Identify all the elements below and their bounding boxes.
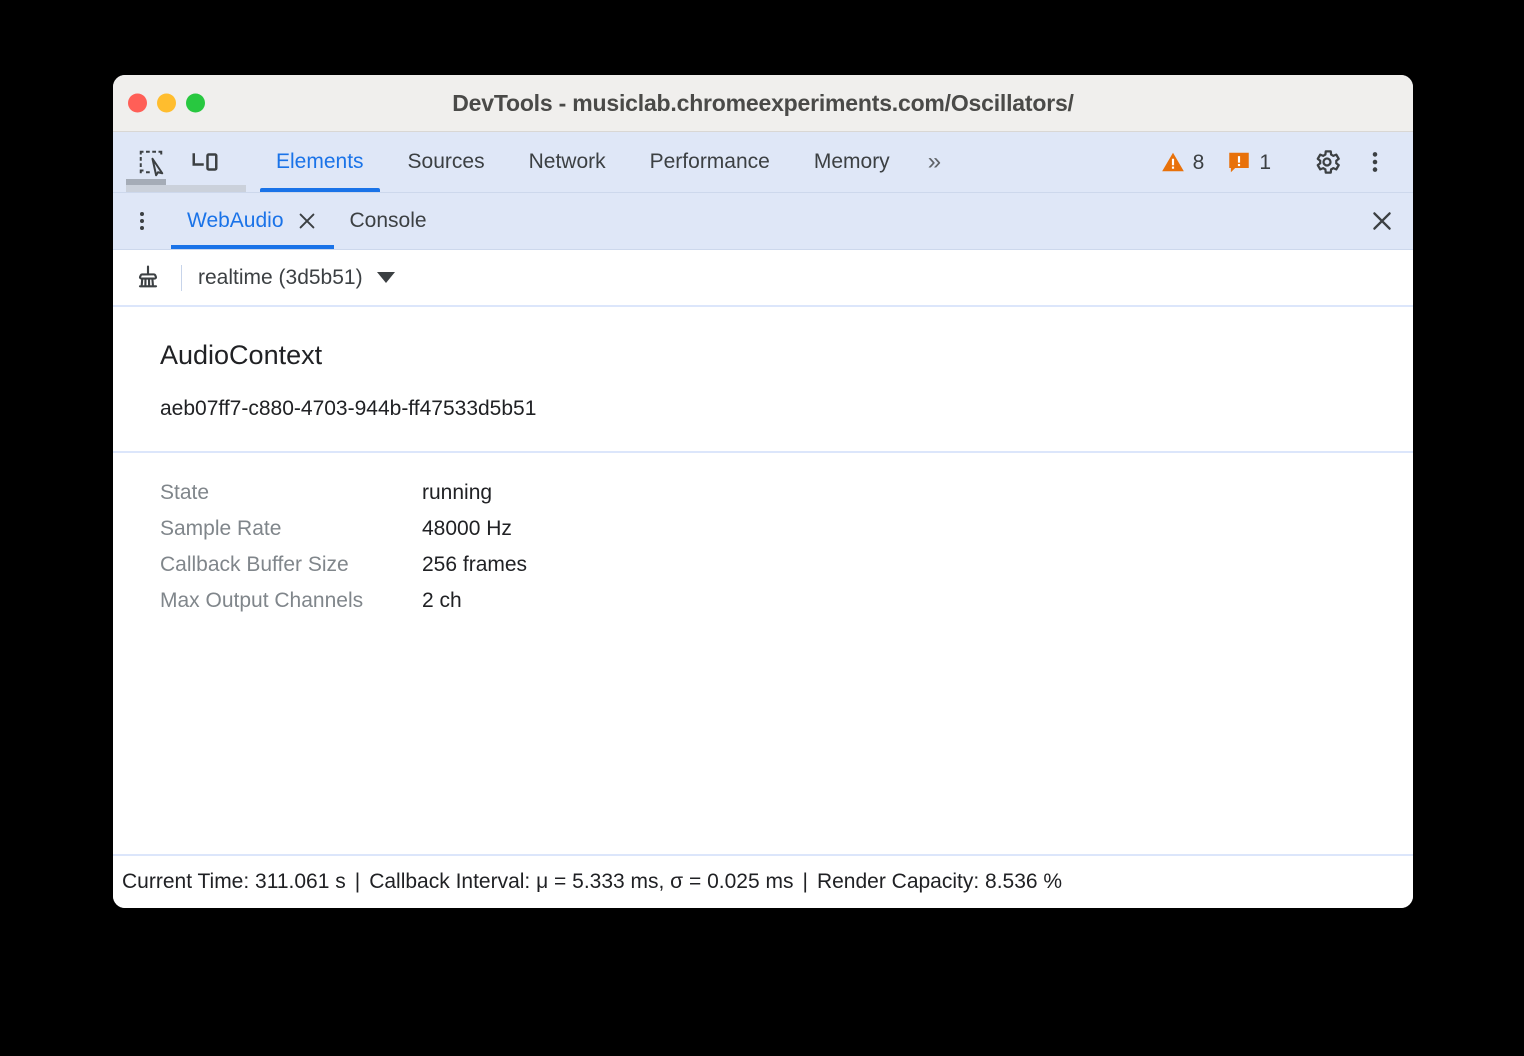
drawer-tab-webaudio-close-button[interactable]: [296, 210, 318, 232]
webaudio-status-bar: Current Time: 311.061 s | Callback Inter…: [113, 854, 1413, 908]
property-value: 2 ch: [422, 589, 462, 613]
drawer-tabbar: WebAudio Console: [113, 193, 1413, 250]
property-value: 256 frames: [422, 553, 527, 577]
more-tabs-button[interactable]: »: [912, 132, 954, 192]
close-window-button[interactable]: [128, 94, 147, 113]
tab-performance-label: Performance: [650, 150, 770, 174]
drawer-tab-webaudio-label: WebAudio: [187, 209, 284, 233]
chevron-down-icon: [377, 272, 395, 283]
devtools-window: DevTools - musiclab.chromeexperiments.co…: [113, 75, 1413, 908]
status-separator-1: |: [346, 870, 369, 894]
error-message-icon: [1226, 149, 1252, 175]
inspect-element-button[interactable]: [129, 140, 173, 184]
webaudio-content: AudioContext aeb07ff7-c880-4703-944b-ff4…: [113, 307, 1413, 854]
status-render-capacity: Render Capacity: 8.536 %: [817, 870, 1062, 894]
inspect-element-icon: [140, 151, 163, 176]
gear-icon: [1312, 147, 1342, 177]
toolbar-overflow-artifact: [126, 185, 246, 192]
warning-triangle-icon: [1160, 149, 1186, 175]
tab-network-label: Network: [529, 150, 606, 174]
traffic-lights: [128, 94, 205, 113]
status-callback-interval: Callback Interval: μ = 5.333 ms, σ = 0.0…: [369, 870, 793, 894]
devtools-tabs: Elements Sources Network Performance Mem…: [254, 132, 954, 192]
close-icon: [1369, 208, 1395, 234]
tab-memory-label: Memory: [814, 150, 890, 174]
webaudio-panel-toolbar: realtime (3d5b51): [113, 250, 1413, 307]
toolbar-overflow-artifact-dots: [126, 179, 166, 185]
status-current-time: Current Time: 311.061 s: [122, 870, 346, 894]
drawer-tab-console[interactable]: Console: [334, 193, 443, 249]
tab-performance[interactable]: Performance: [628, 132, 792, 192]
status-separator-2: |: [793, 870, 816, 894]
tab-memory[interactable]: Memory: [792, 132, 912, 192]
drawer-tab-console-label: Console: [350, 209, 427, 233]
clear-broom-icon: [133, 263, 163, 293]
maximize-window-button[interactable]: [186, 94, 205, 113]
tab-sources-label: Sources: [408, 150, 485, 174]
audio-context-properties: State running Sample Rate 48000 Hz Callb…: [113, 453, 1413, 625]
warning-count: 8: [1193, 152, 1205, 173]
tab-elements-label: Elements: [276, 150, 364, 174]
window-titlebar: DevTools - musiclab.chromeexperiments.co…: [113, 75, 1413, 132]
device-toolbar-icon: [194, 153, 217, 169]
kebab-menu-icon: [1362, 149, 1388, 175]
chevron-double-right-icon: »: [928, 148, 938, 176]
close-icon: [296, 210, 318, 232]
panel-toolbar-divider: [181, 265, 182, 291]
toolbar-right-group: 8 1: [1151, 132, 1413, 192]
kebab-menu-icon: [130, 209, 154, 233]
audio-context-header: AudioContext aeb07ff7-c880-4703-944b-ff4…: [113, 307, 1413, 453]
property-value: running: [422, 481, 492, 505]
error-count: 1: [1259, 152, 1271, 173]
main-menu-button[interactable]: [1353, 140, 1397, 184]
screen-root: DevTools - musiclab.chromeexperiments.co…: [0, 0, 1524, 1056]
drawer-tab-webaudio[interactable]: WebAudio: [171, 193, 334, 249]
audio-context-selector-value: realtime (3d5b51): [198, 266, 363, 290]
error-counter[interactable]: 1: [1217, 149, 1280, 175]
drawer-menu-button[interactable]: [113, 193, 171, 249]
devtools-main-toolbar: Elements Sources Network Performance Mem…: [113, 132, 1413, 193]
property-row-sample-rate: Sample Rate 48000 Hz: [160, 517, 1413, 553]
settings-button[interactable]: [1305, 140, 1349, 184]
property-key: Sample Rate: [160, 517, 422, 541]
toggle-device-toolbar-button[interactable]: [183, 140, 227, 184]
property-key: Max Output Channels: [160, 589, 422, 613]
property-row-max-output-channels: Max Output Channels 2 ch: [160, 589, 1413, 625]
audio-context-title: AudioContext: [160, 340, 1413, 371]
drawer-close-button[interactable]: [1351, 193, 1413, 249]
window-title: DevTools - musiclab.chromeexperiments.co…: [452, 90, 1074, 117]
warning-counter[interactable]: 8: [1151, 149, 1214, 175]
minimize-window-button[interactable]: [157, 94, 176, 113]
tab-network[interactable]: Network: [507, 132, 628, 192]
tab-elements[interactable]: Elements: [254, 132, 386, 192]
clear-recordings-button[interactable]: [133, 263, 163, 293]
property-value: 48000 Hz: [422, 517, 512, 541]
property-row-state: State running: [160, 481, 1413, 517]
tab-sources[interactable]: Sources: [386, 132, 507, 192]
audio-context-selector[interactable]: realtime (3d5b51): [198, 266, 395, 290]
audio-context-id: aeb07ff7-c880-4703-944b-ff47533d5b51: [160, 397, 1413, 421]
property-key: State: [160, 481, 422, 505]
property-row-callback-buffer-size: Callback Buffer Size 256 frames: [160, 553, 1413, 589]
property-key: Callback Buffer Size: [160, 553, 422, 577]
